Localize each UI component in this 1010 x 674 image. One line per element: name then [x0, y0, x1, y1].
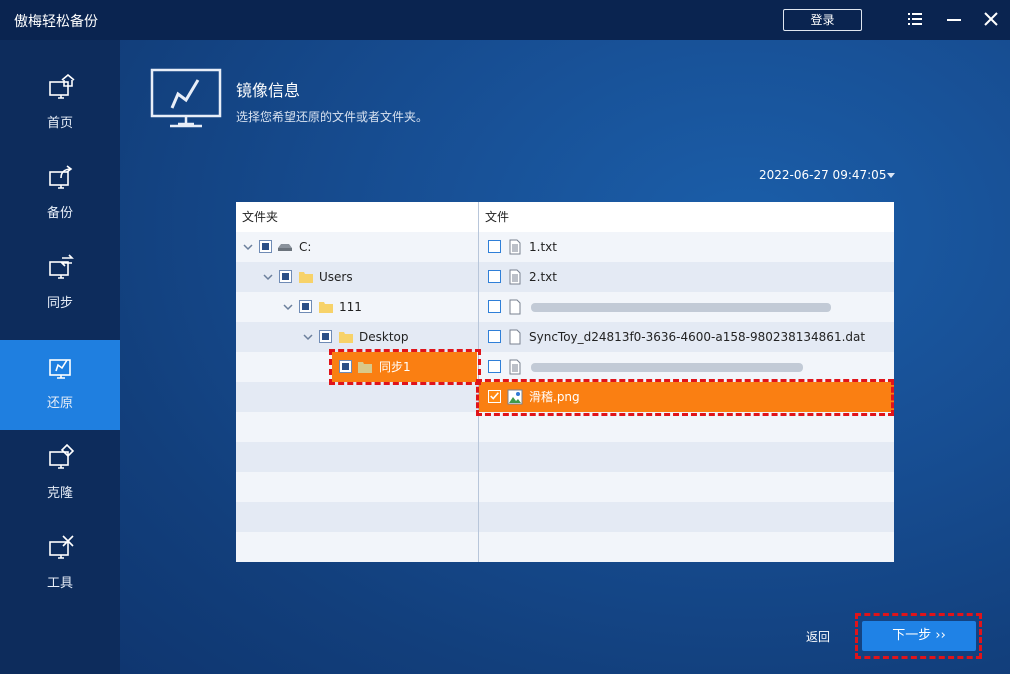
sidebar-item-label: 同步: [46, 296, 73, 311]
chevron-down-icon[interactable]: [283, 302, 293, 312]
checkbox[interactable]: [488, 240, 501, 253]
main-area: 镜像信息 选择您希望还原的文件或者文件夹。 2022-06-27 09:47:0…: [120, 40, 1010, 674]
folder-column-header: 文件夹: [236, 202, 478, 232]
tree-node-users[interactable]: Users: [236, 262, 478, 292]
backup-date-select[interactable]: 2022-06-27 09:47:05: [759, 168, 886, 182]
folder-icon: [299, 272, 313, 283]
menu-icon[interactable]: [906, 10, 924, 28]
sidebar-item-tools[interactable]: 工具: [0, 520, 120, 610]
file-row[interactable]: [479, 352, 894, 382]
sync-icon: [49, 254, 74, 279]
chevron-down-icon[interactable]: [263, 272, 273, 282]
sidebar-item-label: 克隆: [46, 486, 73, 501]
tree-node-desktop[interactable]: Desktop: [236, 322, 478, 352]
title-bar: 傲梅轻松备份 登录: [0, 0, 1010, 40]
sidebar-item-label: 备份: [46, 206, 73, 221]
row-stripe: [236, 442, 894, 472]
sidebar: 首页 备份 同步 还原 克隆 工具: [0, 40, 120, 674]
sidebar-item-clone[interactable]: 克隆: [0, 430, 120, 520]
restore-icon: [49, 359, 71, 379]
minimize-icon[interactable]: [945, 10, 963, 28]
page-title: 镜像信息: [236, 81, 301, 100]
file-name: SyncToy_d24813f0-3636-4600-a158-98023813…: [529, 330, 866, 344]
checkbox[interactable]: [279, 270, 292, 283]
checkbox[interactable]: [488, 300, 501, 313]
tools-icon: [49, 535, 74, 559]
annotation-highlight-file: [476, 379, 894, 416]
file-icon: [509, 299, 521, 315]
sidebar-item-restore[interactable]: 还原: [0, 340, 120, 430]
file-name: 2.txt: [529, 270, 557, 284]
tree-node-label: C:: [299, 240, 312, 254]
folder-icon: [319, 302, 333, 313]
text-file-icon: [509, 269, 521, 285]
chevron-down-icon[interactable]: [303, 332, 313, 342]
text-file-icon: [509, 359, 521, 375]
annotation-highlight-next: [855, 613, 982, 659]
checkbox[interactable]: [299, 300, 312, 313]
folder-icon: [339, 332, 353, 343]
backup-icon: [49, 165, 73, 189]
checkbox[interactable]: [488, 330, 501, 343]
row-stripe: [236, 472, 894, 502]
tree-node-drive-c[interactable]: C:: [236, 232, 478, 262]
checkbox[interactable]: [488, 360, 501, 373]
image-info-icon: [150, 68, 222, 128]
checkbox[interactable]: [259, 240, 272, 253]
checkbox[interactable]: [319, 330, 332, 343]
tree-node-label: Desktop: [359, 330, 409, 344]
chevron-down-icon[interactable]: [887, 173, 895, 178]
file-browser: 文件夹 文件 C: Users 111 Desktop 同步1 1.txt 2.…: [236, 202, 894, 562]
blurred-file-name: [531, 363, 803, 372]
text-file-icon: [509, 239, 521, 255]
checkbox[interactable]: [488, 270, 501, 283]
file-row[interactable]: [479, 292, 894, 322]
back-button[interactable]: 返回: [806, 628, 830, 645]
app-title: 傲梅轻松备份: [14, 14, 98, 30]
file-icon: [509, 329, 521, 345]
blurred-file-name: [531, 303, 831, 312]
row-stripe: [236, 532, 894, 562]
tree-node-label: 111: [339, 300, 362, 314]
file-column-header: 文件: [479, 202, 894, 232]
file-row[interactable]: 1.txt: [479, 232, 894, 262]
file-row[interactable]: SyncToy_d24813f0-3636-4600-a158-98023813…: [479, 322, 894, 352]
page-subtitle: 选择您希望还原的文件或者文件夹。: [236, 110, 429, 124]
row-stripe: [236, 412, 894, 442]
chevron-down-icon[interactable]: [243, 242, 253, 252]
sidebar-item-home[interactable]: 首页: [0, 60, 120, 150]
drive-icon: [278, 244, 292, 251]
file-name: 1.txt: [529, 240, 557, 254]
sidebar-item-label: 首页: [46, 116, 73, 131]
sidebar-item-label: 工具: [46, 576, 73, 591]
tree-node-label: Users: [319, 270, 353, 284]
sidebar-item-label: 还原: [46, 396, 73, 411]
tree-node-111[interactable]: 111: [236, 292, 478, 322]
home-icon: [49, 74, 75, 99]
clone-icon: [49, 444, 75, 469]
close-icon[interactable]: [982, 10, 1000, 28]
file-row[interactable]: 2.txt: [479, 262, 894, 292]
sidebar-item-sync[interactable]: 同步: [0, 240, 120, 330]
login-button[interactable]: 登录: [783, 9, 862, 31]
row-stripe: [236, 502, 894, 532]
annotation-highlight-folder: [329, 349, 481, 385]
sidebar-item-backup[interactable]: 备份: [0, 150, 120, 240]
